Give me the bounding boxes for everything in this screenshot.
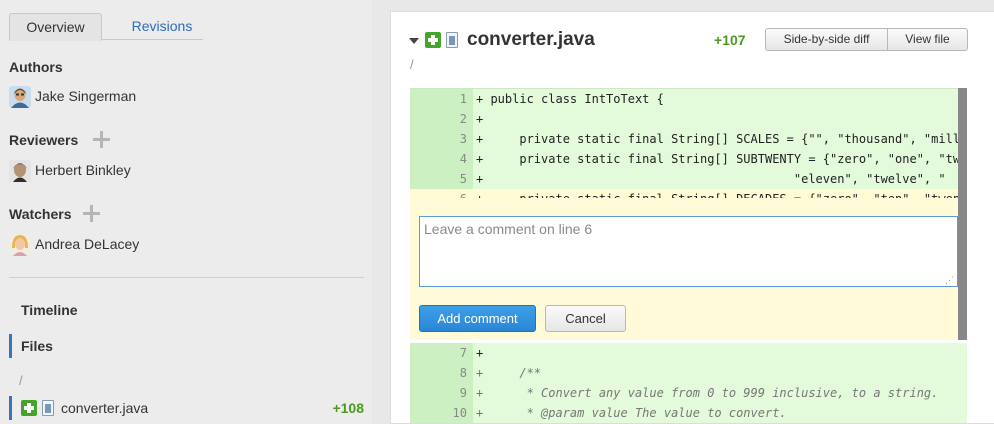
line-number[interactable]: 10	[410, 403, 473, 423]
diff-line[interactable]: 1 + public class IntToText {	[410, 89, 967, 109]
document-icon	[42, 400, 54, 416]
code-line: + public class IntToText {	[473, 89, 967, 109]
code-line: +	[473, 343, 967, 363]
tab-bar: Overview Revisions	[9, 13, 203, 41]
add-watcher-plus-icon[interactable]	[83, 205, 100, 222]
file-diff-panel: converter.java +107 Side-by-side diff Vi…	[390, 11, 994, 424]
diff-scrollbar[interactable]	[958, 88, 967, 340]
reviewer-name: Herbert Binkley	[35, 162, 131, 178]
add-comment-button[interactable]: Add comment	[419, 305, 536, 332]
sidebar-file-name: converter.java	[61, 400, 149, 416]
diff-line[interactable]: 4 + private static final String[] SUBTWE…	[410, 149, 967, 169]
code-line: + * Convert any value from 0 to 999 incl…	[473, 383, 967, 403]
line-number[interactable]: 5	[410, 169, 473, 189]
diff-line[interactable]: 9 + * Convert any value from 0 to 999 in…	[410, 383, 967, 403]
file-added-count: +107	[714, 32, 746, 48]
files-path: /	[19, 373, 23, 388]
code-line: + "eleven", "twelve", "	[473, 169, 967, 189]
code-line: + private static final String[] SCALES =…	[473, 129, 967, 149]
sidebar-file-count: +108	[332, 400, 364, 416]
code-line: +	[473, 109, 967, 129]
nav-files[interactable]: Files	[9, 334, 364, 358]
comment-input[interactable]	[419, 216, 958, 287]
avatar	[9, 160, 31, 182]
resize-grip-icon[interactable]: ⋰	[945, 275, 954, 286]
tab-revisions[interactable]: Revisions	[109, 13, 215, 41]
line-number[interactable]: 9	[410, 383, 473, 403]
document-icon	[446, 32, 458, 48]
code-line: + /**	[473, 363, 967, 383]
line-number[interactable]: 3	[410, 129, 473, 149]
tab-overview[interactable]: Overview	[9, 13, 102, 41]
inline-comment-form: ⋰ Add comment Cancel	[410, 198, 958, 340]
diff-line[interactable]: 7 +	[410, 343, 967, 363]
side-by-side-diff-button[interactable]: Side-by-side diff	[765, 28, 888, 51]
file-path: /	[410, 57, 414, 72]
diff-line[interactable]: 8 + /**	[410, 363, 967, 383]
sidebar-file-item[interactable]: converter.java +108	[9, 396, 364, 420]
authors-heading: Authors	[9, 59, 63, 75]
diff-line[interactable]: 3 + private static final String[] SCALES…	[410, 129, 967, 149]
caret-down-icon[interactable]	[409, 38, 419, 44]
watcher-name: Andrea DeLacey	[35, 236, 140, 252]
view-file-button[interactable]: View file	[888, 28, 968, 51]
sidebar: Overview Revisions Authors Jake Singerma…	[0, 0, 372, 424]
nav-timeline[interactable]: Timeline	[9, 298, 364, 322]
avatar	[9, 86, 31, 108]
cancel-button[interactable]: Cancel	[545, 305, 626, 332]
add-file-icon	[425, 32, 441, 48]
code-line: + private static final String[] SUBTWENT…	[473, 149, 967, 169]
author-name: Jake Singerman	[35, 88, 137, 104]
add-file-icon	[21, 400, 37, 416]
line-number[interactable]: 1	[410, 89, 473, 109]
line-number[interactable]: 2	[410, 109, 473, 129]
file-title: converter.java	[467, 29, 595, 50]
view-button-group: Side-by-side diff View file	[765, 28, 968, 51]
sidebar-divider	[9, 277, 364, 278]
diff-line[interactable]: 2 +	[410, 109, 967, 129]
avatar	[9, 234, 31, 256]
diff-line[interactable]: 10 + * @param value The value to convert…	[410, 403, 967, 423]
diff-line[interactable]: 5 + "eleven", "twelve", "	[410, 169, 967, 189]
reviewers-heading: Reviewers	[9, 132, 79, 148]
line-number[interactable]: 7	[410, 343, 473, 363]
add-reviewer-plus-icon[interactable]	[93, 131, 110, 148]
line-number[interactable]: 8	[410, 363, 473, 383]
watchers-heading: Watchers	[9, 206, 72, 222]
line-number[interactable]: 4	[410, 149, 473, 169]
code-line: + * @param value The value to convert.	[473, 403, 967, 423]
